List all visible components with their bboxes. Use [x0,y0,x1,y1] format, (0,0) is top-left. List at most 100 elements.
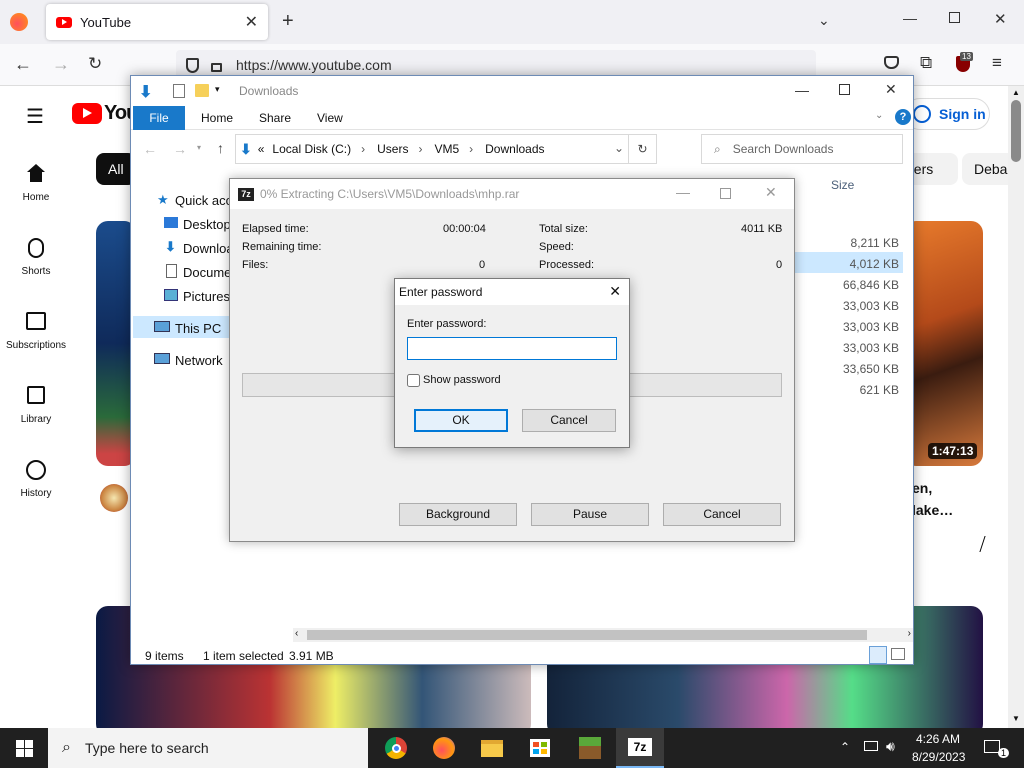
nav-desktop[interactable]: Desktop [183,217,231,232]
tracking-shield-icon[interactable] [186,57,199,73]
pocket-icon[interactable] [884,56,899,69]
volume-tray-icon[interactable]: 🔊︎ [886,738,895,755]
back-icon[interactable]: ← [14,54,32,75]
hamburger-menu-icon[interactable]: ☰ [26,104,44,129]
firefox-menu-icon[interactable] [10,13,28,31]
reload-icon[interactable]: ↻ [88,54,102,74]
breadcrumb-local-disk[interactable]: Local Disk (C:) [272,142,351,156]
file-size[interactable]: 33,003 KB [791,317,899,338]
channel-avatar[interactable] [100,484,128,512]
show-hidden-icons-icon[interactable]: ⌃ [840,740,850,754]
minecraft-taskbar-icon[interactable] [566,728,614,768]
nav-shorts[interactable]: Shorts [0,238,72,277]
new-folder-icon[interactable] [195,84,209,97]
scroll-right-icon[interactable]: › [908,628,911,639]
breadcrumb-overflow[interactable]: « [258,142,265,156]
file-size[interactable]: 33,003 KB [791,296,899,317]
start-button[interactable] [0,728,48,768]
close-window-icon[interactable]: ✕ [994,10,1007,28]
file-size[interactable]: 8,211 KB [791,233,899,254]
taskbar-time[interactable]: 4:26 AM [916,732,960,746]
7zip-taskbar-icon[interactable]: 7z [616,728,664,768]
ribbon-expand-icon[interactable]: ⌄ [875,110,883,121]
background-button[interactable]: Background [399,503,517,526]
url-text[interactable]: https://www.youtube.com [236,57,392,73]
nav-home[interactable]: Home [0,164,72,203]
zip-maximize-icon[interactable] [720,188,731,199]
nav-subscriptions[interactable]: Subscriptions [0,312,72,351]
restore-icon[interactable] [949,12,960,23]
nav-pictures[interactable]: Pictures [183,289,230,304]
ok-button[interactable]: OK [414,409,508,432]
nav-downloads[interactable]: Downloa [183,241,234,256]
address-dropdown-icon[interactable]: ⌄ [614,141,624,155]
minimize-icon[interactable]: — [903,10,917,26]
nav-library[interactable]: Library [0,386,72,425]
video-title-line1[interactable]: en, [912,480,932,496]
cancel-extraction-button[interactable]: Cancel [663,503,781,526]
extensions-icon[interactable]: ⧉ [920,53,932,73]
qat-dropdown-icon[interactable]: ▾ [215,84,220,95]
properties-icon[interactable] [173,84,185,98]
scroll-left-icon[interactable]: ‹ [295,628,298,639]
address-bar[interactable]: ⬇ « Local Disk (C:) › Users › VM5 › Down… [235,134,657,164]
show-password-checkbox[interactable] [407,374,420,387]
video-title-line2[interactable]: lake… [912,502,953,518]
scroll-up-icon[interactable]: ▲ [1012,88,1020,97]
explorer-search-box[interactable]: ⌕ Search Downloads [701,134,903,164]
taskbar-date[interactable]: 8/29/2023 [912,750,965,764]
recent-locations-icon[interactable]: ▾ [197,143,201,152]
address-refresh-icon[interactable]: ↻ [628,135,656,163]
forward-icon[interactable]: → [52,54,70,75]
pause-button[interactable]: Pause [531,503,649,526]
password-input[interactable] [407,337,617,360]
ribbon-tab-file[interactable]: File [133,106,185,130]
ribbon-tab-view[interactable]: View [317,111,343,125]
h-scroll-thumb[interactable] [307,630,867,640]
explorer-close-icon[interactable]: ✕ [885,81,897,98]
nav-this-pc[interactable]: This PC [175,321,221,336]
file-size[interactable]: 66,846 KB [791,275,899,296]
explorer-minimize-icon[interactable]: — [795,82,809,98]
breadcrumb-users[interactable]: Users [377,142,408,156]
ribbon-tab-home[interactable]: Home [201,111,233,125]
scroll-down-icon[interactable]: ▼ [1012,714,1020,723]
explorer-maximize-icon[interactable] [839,84,850,95]
file-size[interactable]: 4,012 KB [791,254,899,275]
file-size[interactable]: 33,650 KB [791,359,899,380]
taskbar-search-box[interactable]: ⌕ Type here to search [48,728,368,768]
store-taskbar-icon[interactable] [516,728,564,768]
show-password-label[interactable]: Show password [423,374,501,386]
nav-back-icon[interactable]: ← [143,141,157,157]
network-tray-icon[interactable] [864,741,878,751]
help-icon[interactable]: ? [895,109,911,125]
scroll-thumb[interactable] [1011,100,1021,162]
new-tab-icon[interactable]: + [282,10,294,33]
file-size[interactable]: 621 KB [791,380,899,401]
firefox-taskbar-icon[interactable] [420,728,468,768]
video-thumbnail-right[interactable] [904,221,983,466]
cancel-password-button[interactable]: Cancel [522,409,616,432]
nav-network[interactable]: Network [175,353,223,368]
tab-youtube[interactable]: YouTube ✕ [46,4,268,40]
column-header-size[interactable]: Size [831,178,854,192]
ribbon-tab-share[interactable]: Share [259,111,291,125]
page-scrollbar[interactable]: ▲ ▼ [1008,86,1024,728]
app-menu-icon[interactable]: ≡ [992,53,1002,73]
list-all-tabs-icon[interactable]: ⌄ [818,12,830,29]
details-view-icon[interactable] [869,646,887,664]
nav-up-icon[interactable]: ↑ [217,140,224,156]
large-icons-view-icon[interactable] [891,648,905,660]
youtube-logo[interactable]: You [72,102,138,125]
password-dialog-close-icon[interactable]: ✕ [609,283,621,300]
horizontal-scrollbar[interactable]: ‹ › [293,628,913,642]
nav-history[interactable]: History [0,460,72,499]
sign-in-button[interactable]: Sign in [904,98,990,130]
chrome-taskbar-icon[interactable] [372,728,420,768]
file-size[interactable]: 33,003 KB [791,338,899,359]
zip-minimize-icon[interactable]: — [676,184,690,200]
breadcrumb-downloads[interactable]: Downloads [485,142,544,156]
lock-icon[interactable] [211,62,222,72]
nav-forward-icon[interactable]: → [173,141,187,157]
file-explorer-taskbar-icon[interactable] [468,728,516,768]
